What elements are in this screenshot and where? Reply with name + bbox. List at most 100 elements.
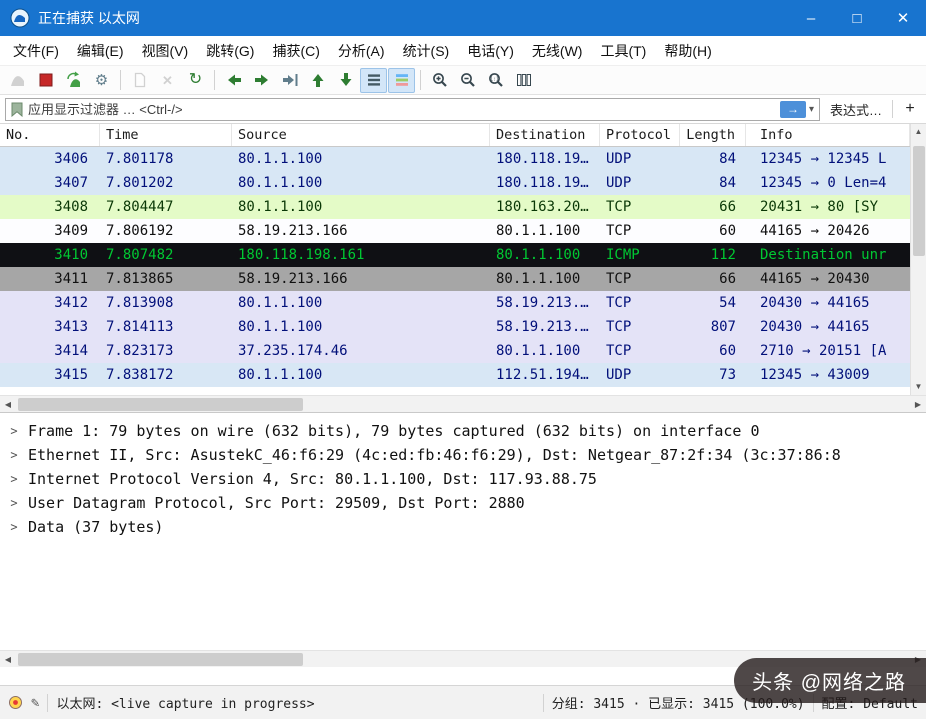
menu-statistics[interactable]: 统计(S)	[394, 36, 459, 66]
go-to-packet-icon	[281, 71, 299, 89]
go-back-icon	[225, 71, 243, 89]
packet-row[interactable]: 34077.80120280.1.1.100180.118.19…UDP8412…	[0, 171, 910, 195]
reload-button[interactable]: ↻	[182, 68, 209, 93]
scrollbar-thumb[interactable]	[913, 146, 925, 256]
expert-info-icon[interactable]	[8, 695, 23, 710]
column-header-no[interactable]: No.	[0, 124, 100, 146]
detail-line[interactable]: >Data (37 bytes)	[0, 515, 926, 539]
expand-chevron-icon[interactable]: >	[0, 520, 28, 534]
column-header-length[interactable]: Length	[680, 124, 746, 146]
packet-row[interactable]: 34067.80117880.1.1.100180.118.19…UDP8412…	[0, 147, 910, 171]
go-forward-button[interactable]	[248, 68, 275, 93]
expand-chevron-icon[interactable]: >	[0, 448, 28, 462]
packet-cell: 180.118.19…	[490, 147, 600, 171]
packet-row[interactable]: 34097.80619258.19.213.16680.1.1.100TCP60…	[0, 219, 910, 243]
colorize-packets-button[interactable]	[388, 68, 415, 93]
packet-row[interactable]: 34137.81411380.1.1.10058.19.213.…TCP8072…	[0, 315, 910, 339]
packet-cell: 180.163.20…	[490, 195, 600, 219]
zoom-out-button[interactable]	[454, 68, 481, 93]
detail-line[interactable]: >User Datagram Protocol, Src Port: 29509…	[0, 491, 926, 515]
stop-capture-button[interactable]	[32, 68, 59, 93]
scrollbar-thumb[interactable]	[18, 653, 303, 666]
restart-capture-button[interactable]	[60, 68, 87, 93]
packet-cell: 3411	[0, 267, 100, 291]
scroll-right-icon[interactable]: ▶	[910, 400, 926, 409]
packet-cell: TCP	[600, 291, 680, 315]
zoom-in-button[interactable]	[426, 68, 453, 93]
maximize-button[interactable]: □	[834, 0, 880, 36]
scrollbar-thumb[interactable]	[18, 398, 303, 411]
menu-file[interactable]: 文件(F)	[4, 36, 68, 66]
expand-chevron-icon[interactable]: >	[0, 472, 28, 486]
packet-list-vertical-scrollbar[interactable]: ▲ ▼	[910, 124, 926, 395]
expression-button[interactable]: 表达式…	[826, 100, 886, 119]
expand-chevron-icon[interactable]: >	[0, 424, 28, 438]
packet-cell: 112.51.194…	[490, 363, 600, 387]
auto-scroll-button[interactable]	[360, 68, 387, 93]
scroll-left-icon[interactable]: ◀	[0, 400, 16, 409]
menu-view[interactable]: 视图(V)	[133, 36, 198, 66]
open-file-icon	[131, 71, 149, 89]
edit-capture-comment-icon[interactable]: ✎	[31, 695, 39, 711]
resize-columns-icon	[515, 71, 533, 89]
scroll-up-icon[interactable]: ▲	[911, 124, 926, 140]
menu-telephony[interactable]: 电话(Y)	[458, 36, 523, 66]
packet-cell: TCP	[600, 339, 680, 363]
apply-filter-icon[interactable]: →	[780, 101, 806, 118]
minimize-button[interactable]: –	[788, 0, 834, 36]
filter-dropdown-caret-icon[interactable]: ▾	[809, 104, 814, 115]
menu-go[interactable]: 跳转(G)	[197, 36, 263, 66]
packet-cell: 2710 → 20151 [A	[746, 339, 910, 363]
expand-chevron-icon[interactable]: >	[0, 496, 28, 510]
menu-help[interactable]: 帮助(H)	[655, 36, 720, 66]
packet-cell: 58.19.213.…	[490, 315, 600, 339]
column-header-time[interactable]: Time	[100, 124, 232, 146]
menu-capture[interactable]: 捕获(C)	[263, 36, 328, 66]
detail-line[interactable]: >Frame 1: 79 bytes on wire (632 bits), 7…	[0, 419, 926, 443]
start-capture-button[interactable]	[4, 68, 31, 93]
resize-columns-button[interactable]	[510, 68, 537, 93]
toolbar-separator	[214, 70, 215, 90]
close-file-button[interactable]: ✕	[154, 68, 181, 93]
open-file-button[interactable]	[126, 68, 153, 93]
packet-row[interactable]: 34147.82317337.235.174.4680.1.1.100TCP60…	[0, 339, 910, 363]
packet-cell: 7.801202	[100, 171, 232, 195]
packet-row[interactable]: 34157.83817280.1.1.100112.51.194…UDP7312…	[0, 363, 910, 387]
packet-cell: 807	[680, 315, 746, 339]
close-button[interactable]: ✕	[880, 0, 926, 36]
packet-cell: 12345 → 43009	[746, 363, 910, 387]
packet-row[interactable]: 34117.81386558.19.213.16680.1.1.100TCP66…	[0, 267, 910, 291]
reload-icon: ↻	[189, 72, 202, 88]
display-filter-input[interactable]	[28, 102, 780, 117]
detail-line[interactable]: >Ethernet II, Src: AsustekC_46:f6:29 (4c…	[0, 443, 926, 467]
bookmark-icon[interactable]	[11, 102, 23, 117]
column-header-protocol[interactable]: Protocol	[600, 124, 680, 146]
menu-wireless[interactable]: 无线(W)	[523, 36, 592, 66]
colorize-packets-icon	[393, 71, 411, 89]
packet-row[interactable]: 34107.807482180.118.198.16180.1.1.100ICM…	[0, 243, 910, 267]
packet-row[interactable]: 34087.80444780.1.1.100180.163.20…TCP6620…	[0, 195, 910, 219]
column-header-source[interactable]: Source	[232, 124, 490, 146]
packet-cell: 3414	[0, 339, 100, 363]
packet-row[interactable]: 34127.81390880.1.1.10058.19.213.…TCP5420…	[0, 291, 910, 315]
zoom-reset-button[interactable]: 1:1	[482, 68, 509, 93]
menu-edit[interactable]: 编辑(E)	[68, 36, 133, 66]
capture-options-button[interactable]: ⚙	[88, 68, 115, 93]
packet-list-horizontal-scrollbar[interactable]: ◀ ▶	[0, 395, 926, 412]
add-filter-button[interactable]: +	[899, 100, 921, 118]
packet-cell: 3413	[0, 315, 100, 339]
detail-line[interactable]: >Internet Protocol Version 4, Src: 80.1.…	[0, 467, 926, 491]
scroll-down-icon[interactable]: ▼	[911, 379, 926, 395]
packet-cell: TCP	[600, 195, 680, 219]
go-to-bottom-button[interactable]	[332, 68, 359, 93]
packet-cell: 60	[680, 219, 746, 243]
menu-analyze[interactable]: 分析(A)	[329, 36, 394, 66]
scroll-left-icon[interactable]: ◀	[0, 655, 16, 664]
go-back-button[interactable]	[220, 68, 247, 93]
go-to-top-button[interactable]	[304, 68, 331, 93]
column-header-info[interactable]: Info	[746, 124, 910, 146]
menu-tools[interactable]: 工具(T)	[591, 36, 655, 66]
go-to-packet-button[interactable]	[276, 68, 303, 93]
column-header-destination[interactable]: Destination	[490, 124, 600, 146]
packet-details: >Frame 1: 79 bytes on wire (632 bits), 7…	[0, 412, 926, 650]
